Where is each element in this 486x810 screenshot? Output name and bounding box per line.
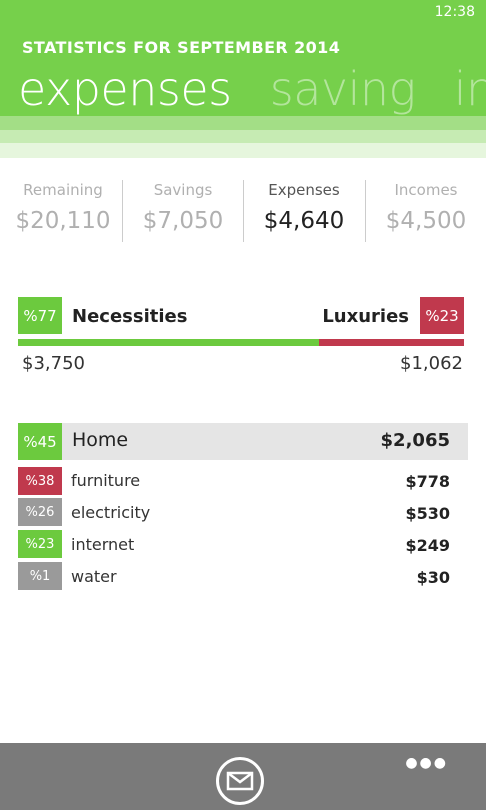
item-name[interactable]: internet xyxy=(71,535,134,554)
summary-label: Savings xyxy=(153,181,213,199)
tab-incomes[interactable]: inco xyxy=(454,62,486,116)
item-percent-badge: %38 xyxy=(18,467,62,495)
tab-saving[interactable]: saving xyxy=(270,62,416,116)
item-percent-badge: %23 xyxy=(18,530,62,558)
summary-label: Incomes xyxy=(394,181,458,199)
mail-button[interactable] xyxy=(216,757,264,805)
summary-savings[interactable]: Savings $7,050 xyxy=(123,178,243,244)
header: 12:38 STATISTICS FOR SEPTEMBER 2014 expe… xyxy=(0,0,486,158)
item-amount: $530 xyxy=(405,504,450,523)
mail-icon xyxy=(226,771,254,791)
summary-label: Remaining xyxy=(23,181,103,199)
luxuries-percent-badge: %23 xyxy=(420,297,464,334)
item-name[interactable]: electricity xyxy=(71,503,150,522)
luxuries-label: Luxuries xyxy=(322,306,409,327)
summary-value: $4,500 xyxy=(385,208,467,234)
necessities-percent-badge: %77 xyxy=(18,297,62,334)
summary-label: Expenses xyxy=(268,181,340,199)
necessities-label: Necessities xyxy=(72,306,188,327)
category-total: $2,065 xyxy=(380,430,450,451)
header-band xyxy=(0,143,486,158)
item-amount: $778 xyxy=(405,472,450,491)
category-name: Home xyxy=(72,429,129,451)
summary-value: $4,640 xyxy=(263,208,345,234)
item-amount: $249 xyxy=(405,536,450,555)
header-band xyxy=(0,116,486,130)
item-amount: $30 xyxy=(416,568,450,587)
summary-bar: Remaining $20,110 Savings $7,050 Expense… xyxy=(0,178,486,244)
item-percent-badge: %26 xyxy=(18,498,62,526)
summary-value: $7,050 xyxy=(142,208,224,234)
status-time: 12:38 xyxy=(434,4,475,20)
necessities-bar xyxy=(18,339,319,346)
summary-value: $20,110 xyxy=(15,208,111,234)
item-percent-badge: %1 xyxy=(18,562,62,590)
item-name[interactable]: furniture xyxy=(71,471,140,490)
tab-expenses[interactable]: expenses xyxy=(18,62,232,116)
header-band xyxy=(0,130,486,143)
app-bar: ●●● xyxy=(0,743,486,810)
luxuries-amount: $1,062 xyxy=(400,353,463,374)
necessities-amount: $3,750 xyxy=(22,353,85,374)
more-icon[interactable]: ●●● xyxy=(405,755,448,771)
item-name[interactable]: water xyxy=(71,567,117,586)
summary-incomes[interactable]: Incomes $4,500 xyxy=(366,178,486,244)
summary-expenses[interactable]: Expenses $4,640 xyxy=(244,178,364,244)
luxuries-bar xyxy=(319,339,464,346)
page-title: STATISTICS FOR SEPTEMBER 2014 xyxy=(22,38,341,57)
pivot-tabs: expenses saving inco xyxy=(18,62,486,116)
summary-remaining[interactable]: Remaining $20,110 xyxy=(3,178,123,244)
category-percent-badge: %45 xyxy=(18,423,62,460)
